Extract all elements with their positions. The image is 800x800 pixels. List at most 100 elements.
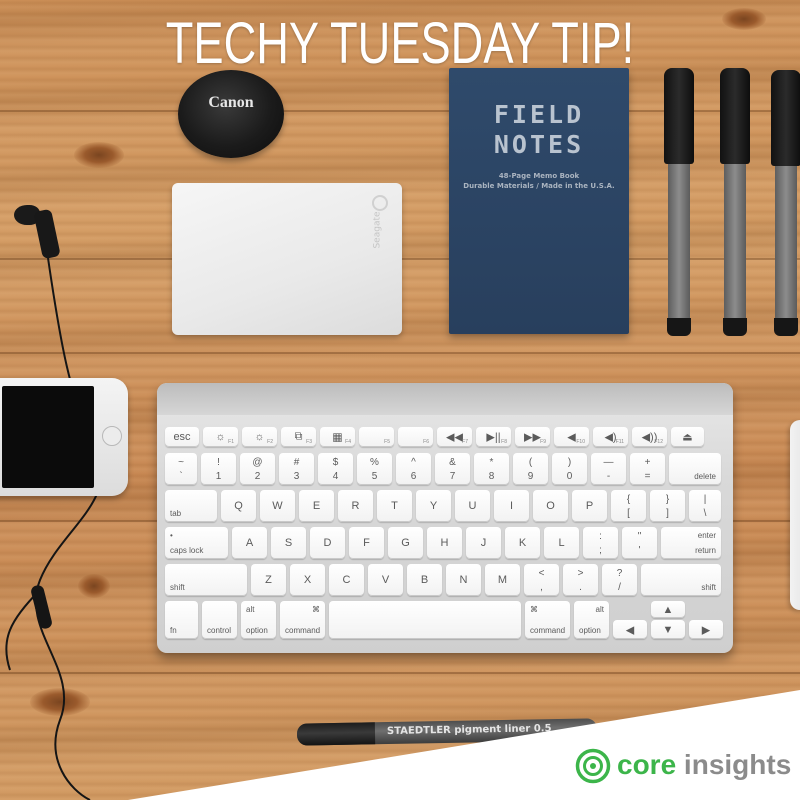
key-delete[interactable]: delete: [669, 453, 721, 485]
key-backslash[interactable]: | \: [689, 490, 721, 522]
key-quote[interactable]: " ': [622, 527, 657, 559]
left-arrow-key[interactable]: ◀: [613, 620, 647, 639]
key-j[interactable]: J: [466, 527, 501, 559]
key-period[interactable]: >.: [563, 564, 598, 596]
key-left-shift[interactable]: shift: [165, 564, 247, 596]
key-b[interactable]: B: [407, 564, 442, 596]
key-5-label: %: [370, 457, 379, 468]
key-c[interactable]: C: [329, 564, 364, 596]
up-arrow-key[interactable]: ▲: [651, 601, 685, 618]
key-f2[interactable]: ☼ F2: [242, 427, 277, 447]
key-f1-label: F1: [228, 439, 234, 445]
key-f5[interactable]: F5: [359, 427, 394, 447]
key-a[interactable]: A: [232, 527, 267, 559]
key-f3[interactable]: ⧉ F3: [281, 427, 316, 447]
key-e[interactable]: E: [299, 490, 334, 522]
key-equals-label: +: [644, 457, 651, 468]
key-fn[interactable]: fn: [165, 601, 198, 639]
key-f10[interactable]: ◀ F10: [554, 427, 589, 447]
key-6[interactable]: ^ 6: [396, 453, 431, 485]
key-f1[interactable]: ☼ F1: [203, 427, 238, 447]
key-equals-label: =: [644, 471, 651, 482]
key-f11[interactable]: ◀) F11: [593, 427, 628, 447]
key-f9[interactable]: ▶▶ F9: [515, 427, 550, 447]
key-t[interactable]: T: [377, 490, 412, 522]
key-s[interactable]: S: [271, 527, 306, 559]
key-semicolon[interactable]: :;: [583, 527, 618, 559]
key-left-command[interactable]: command ⌘: [280, 601, 325, 639]
brand-banner: [128, 690, 800, 800]
key-a-label: A: [245, 537, 254, 549]
key-lbracket[interactable]: {[: [611, 490, 646, 522]
key-slash[interactable]: ? /: [602, 564, 637, 596]
key-1[interactable]: ! 1: [201, 453, 236, 485]
key-0[interactable]: ) 0: [552, 453, 587, 485]
headline: TECHY TUESDAY TIP!: [165, 11, 635, 76]
key-w[interactable]: W: [260, 490, 295, 522]
key-d[interactable]: D: [310, 527, 345, 559]
down-arrow-key[interactable]: ▼: [651, 620, 685, 639]
key-rbracket-label: }: [665, 494, 670, 505]
key-eject[interactable]: ⏏: [671, 427, 704, 447]
left-arrow-icon: ◀: [625, 624, 635, 636]
key-rbracket-label: ]: [666, 508, 669, 519]
key-h[interactable]: H: [427, 527, 462, 559]
key-u[interactable]: U: [455, 490, 490, 522]
key-5[interactable]: % 5: [357, 453, 392, 485]
key-control[interactable]: control: [202, 601, 237, 639]
key-right-shift[interactable]: shift: [641, 564, 721, 596]
key-z[interactable]: Z: [251, 564, 286, 596]
key-rbracket[interactable]: }]: [650, 490, 685, 522]
key-tilde[interactable]: ~ `: [165, 453, 197, 485]
key-f4-label: F4: [345, 439, 351, 445]
key-y[interactable]: Y: [416, 490, 451, 522]
key-p[interactable]: P: [572, 490, 607, 522]
key-i[interactable]: I: [494, 490, 529, 522]
key-right-command[interactable]: command ⌘: [525, 601, 570, 639]
key-m[interactable]: M: [485, 564, 520, 596]
key-comma[interactable]: <,: [524, 564, 559, 596]
key-q[interactable]: Q: [221, 490, 256, 522]
key-r-label: R: [351, 500, 360, 512]
key-eject-label: ⏏: [682, 431, 693, 444]
key-2-label: @: [252, 457, 263, 468]
key-9[interactable]: (9: [513, 453, 548, 485]
key-4[interactable]: $4: [318, 453, 353, 485]
key-right-option[interactable]: option alt: [574, 601, 609, 639]
key-tab[interactable]: tab: [165, 490, 217, 522]
key-7[interactable]: & 7: [435, 453, 470, 485]
key-3[interactable]: #3: [279, 453, 314, 485]
key-esc[interactable]: esc: [165, 427, 199, 447]
key-f7[interactable]: ◀◀ F7: [437, 427, 472, 447]
key-8[interactable]: * 8: [474, 453, 509, 485]
key-f2-label: F2: [267, 439, 273, 445]
key-f6[interactable]: F6: [398, 427, 433, 447]
pen-tip: [723, 318, 747, 336]
key-minus[interactable]: — -: [591, 453, 626, 485]
key-o[interactable]: O: [533, 490, 568, 522]
key-k[interactable]: K: [505, 527, 540, 559]
key-return-label: return: [695, 546, 716, 555]
key-f12[interactable]: ◀)) F12: [632, 427, 667, 447]
key-n[interactable]: N: [446, 564, 481, 596]
key-y-label: Y: [429, 500, 438, 512]
key-left-option[interactable]: option alt: [241, 601, 276, 639]
key-f8[interactable]: ▶|| F8: [476, 427, 511, 447]
key-l[interactable]: L: [544, 527, 579, 559]
key-f[interactable]: F: [349, 527, 384, 559]
key-r[interactable]: R: [338, 490, 373, 522]
key-f4[interactable]: ▦ F4: [320, 427, 355, 447]
key-v[interactable]: V: [368, 564, 403, 596]
key-equals[interactable]: + =: [630, 453, 665, 485]
key-space[interactable]: [329, 601, 521, 639]
wood-plank-seam: [0, 672, 800, 674]
key-x[interactable]: X: [290, 564, 325, 596]
key-c-label: C: [342, 574, 351, 586]
right-arrow-key[interactable]: ▶: [689, 620, 723, 639]
key-return[interactable]: return enter: [661, 527, 721, 559]
key-g[interactable]: G: [388, 527, 423, 559]
key-2[interactable]: @2: [240, 453, 275, 485]
key-left-option-label: alt: [246, 605, 255, 614]
key-caps-lock[interactable]: caps lock •: [165, 527, 228, 559]
down-arrow-icon: ▼: [662, 623, 674, 636]
